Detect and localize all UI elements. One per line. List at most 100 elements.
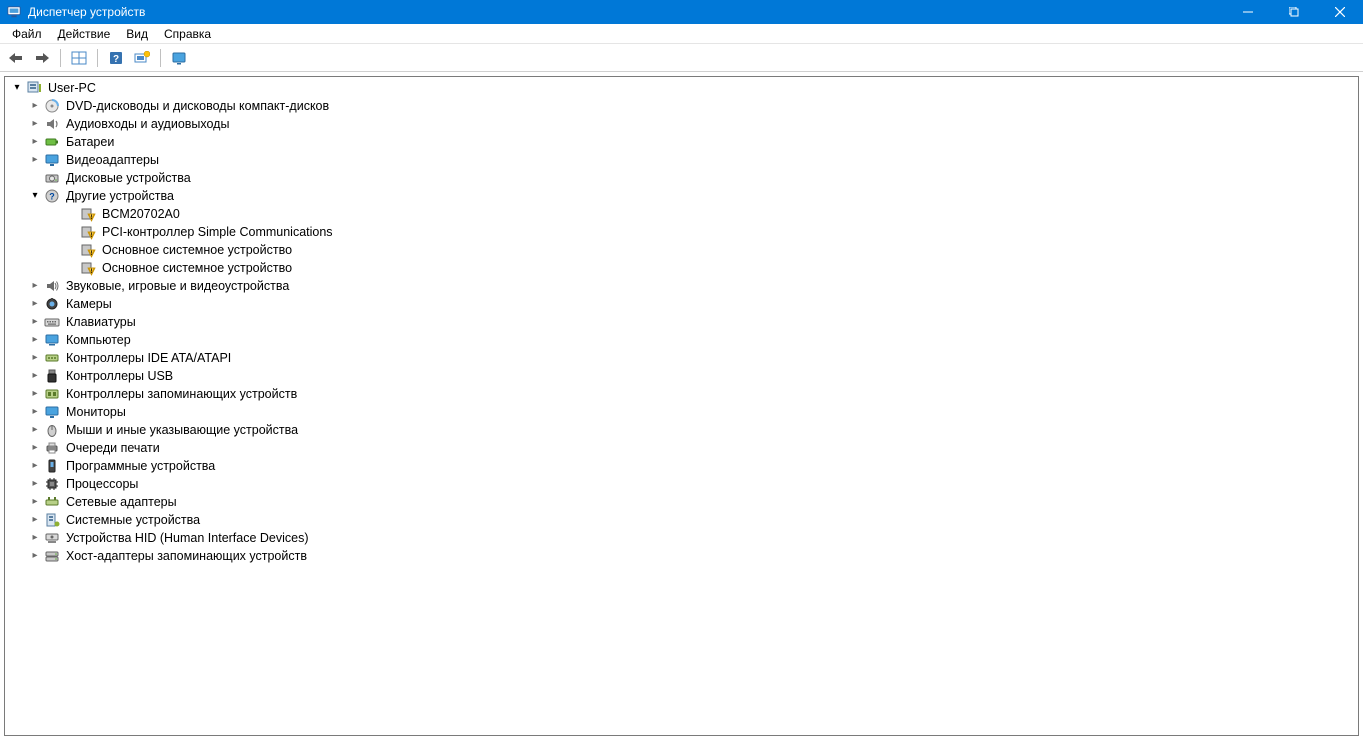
software-icon (44, 458, 60, 474)
tree-item-label: Видеоадаптеры (64, 151, 161, 169)
expand-icon[interactable] (27, 385, 43, 403)
battery-icon (44, 134, 60, 150)
device-tree[interactable]: User-PCDVD-дисководы и дисководы компакт… (5, 77, 1358, 567)
tree-item-label: Устройства HID (Human Interface Devices) (64, 529, 311, 547)
svg-text:!: ! (91, 233, 93, 239)
expand-icon[interactable] (27, 331, 43, 349)
tree-device-warning[interactable]: ! Основное системное устройство (9, 241, 1358, 259)
tree-category[interactable]: Батареи (9, 133, 1358, 151)
scan-hardware-button[interactable] (130, 47, 154, 69)
toolbar-separator (60, 49, 61, 67)
tree-category[interactable]: Контроллеры IDE ATA/ATAPI (9, 349, 1358, 367)
expand-icon[interactable] (27, 403, 43, 421)
tree-category[interactable]: Клавиатуры (9, 313, 1358, 331)
close-button[interactable] (1317, 0, 1363, 24)
tree-item-label: Камеры (64, 295, 114, 313)
tree-item-label: Программные устройства (64, 457, 217, 475)
cpu-icon (44, 476, 60, 492)
forward-button[interactable] (30, 47, 54, 69)
tree-category[interactable]: Очереди печати (9, 439, 1358, 457)
app-icon (6, 4, 22, 20)
drive-icon (44, 170, 60, 186)
system-icon (44, 512, 60, 528)
expand-icon[interactable] (27, 547, 43, 565)
tree-item-label: DVD-дисководы и дисководы компакт-дисков (64, 97, 331, 115)
tree-category[interactable]: Компьютер (9, 331, 1358, 349)
tree-item-label: Основное системное устройство (100, 241, 294, 259)
tree-item-label: Дисковые устройства (64, 169, 193, 187)
tree-item-label: Системные устройства (64, 511, 202, 529)
tree-device-warning[interactable]: !BCM20702A0 (9, 205, 1358, 223)
tree-category[interactable]: Сетевые адаптеры (9, 493, 1358, 511)
tree-root[interactable]: User-PC (9, 79, 1358, 97)
show-hide-console-button[interactable] (67, 47, 91, 69)
tree-item-label: Очереди печати (64, 439, 162, 457)
help-button[interactable]: ? (104, 47, 128, 69)
unknown-icon: ? (44, 188, 60, 204)
tree-item-label: Батареи (64, 133, 116, 151)
host-storage-icon (44, 548, 60, 564)
expand-icon[interactable] (27, 457, 43, 475)
expand-icon[interactable] (27, 421, 43, 439)
tree-category[interactable]: Звуковые, игровые и видеоустройства (9, 277, 1358, 295)
tree-category[interactable]: Мыши и иные указывающие устройства (9, 421, 1358, 439)
toolbar-separator (97, 49, 98, 67)
expand-icon[interactable] (27, 133, 43, 151)
expand-icon[interactable] (27, 277, 43, 295)
expand-icon[interactable] (27, 475, 43, 493)
tree-category[interactable]: DVD-дисководы и дисководы компакт-дисков (9, 97, 1358, 115)
expand-icon[interactable] (27, 493, 43, 511)
collapse-icon[interactable] (27, 187, 43, 205)
expand-icon[interactable] (27, 529, 43, 547)
window-title: Диспетчер устройств (28, 5, 1225, 19)
expand-icon[interactable] (27, 295, 43, 313)
tree-category[interactable]: Аудиовходы и аудиовыходы (9, 115, 1358, 133)
ide-icon (44, 350, 60, 366)
back-button[interactable] (4, 47, 28, 69)
expand-icon[interactable] (27, 511, 43, 529)
tree-category[interactable]: ?Другие устройства (9, 187, 1358, 205)
network-icon (44, 494, 60, 510)
tree-item-label: Мыши и иные указывающие устройства (64, 421, 300, 439)
tree-category[interactable]: Процессоры (9, 475, 1358, 493)
tree-category[interactable]: Системные устройства (9, 511, 1358, 529)
expand-icon[interactable] (27, 151, 43, 169)
svg-text:!: ! (91, 269, 93, 275)
tree-item-label: Звуковые, игровые и видеоустройства (64, 277, 291, 295)
tree-item-label: Компьютер (64, 331, 133, 349)
tree-category[interactable]: Видеоадаптеры (9, 151, 1358, 169)
tree-category[interactable]: Контроллеры USB (9, 367, 1358, 385)
expand-icon[interactable] (27, 97, 43, 115)
svg-text:!: ! (91, 215, 93, 221)
properties-button[interactable] (167, 47, 191, 69)
expand-icon[interactable] (27, 313, 43, 331)
expand-icon[interactable] (27, 115, 43, 133)
menu-view[interactable]: Вид (118, 25, 156, 43)
tree-category[interactable]: Дисковые устройства (9, 169, 1358, 187)
collapse-icon[interactable] (9, 79, 25, 97)
menubar: Файл Действие Вид Справка (0, 24, 1363, 44)
maximize-button[interactable] (1271, 0, 1317, 24)
expand-icon[interactable] (27, 349, 43, 367)
menu-help[interactable]: Справка (156, 25, 219, 43)
expand-icon[interactable] (27, 367, 43, 385)
tree-category[interactable]: Камеры (9, 295, 1358, 313)
svg-text:!: ! (91, 251, 93, 257)
titlebar: Диспетчер устройств (0, 0, 1363, 24)
tree-category[interactable]: Мониторы (9, 403, 1358, 421)
tree-device-warning[interactable]: ! Основное системное устройство (9, 259, 1358, 277)
tree-item-label: User-PC (46, 79, 98, 97)
menu-action[interactable]: Действие (50, 25, 119, 43)
tree-category[interactable]: Программные устройства (9, 457, 1358, 475)
tree-device-warning[interactable]: !PCI-контроллер Simple Communications (9, 223, 1358, 241)
warn-icon: ! (80, 260, 96, 276)
tree-category[interactable]: Устройства HID (Human Interface Devices) (9, 529, 1358, 547)
tree-category[interactable]: Хост-адаптеры запоминающих устройств (9, 547, 1358, 565)
minimize-button[interactable] (1225, 0, 1271, 24)
tree-category[interactable]: Контроллеры запоминающих устройств (9, 385, 1358, 403)
tree-item-label: Хост-адаптеры запоминающих устройств (64, 547, 309, 565)
menu-file[interactable]: Файл (4, 25, 50, 43)
expand-icon[interactable] (27, 439, 43, 457)
tree-item-label: Основное системное устройство (100, 259, 294, 277)
computer-icon (44, 332, 60, 348)
